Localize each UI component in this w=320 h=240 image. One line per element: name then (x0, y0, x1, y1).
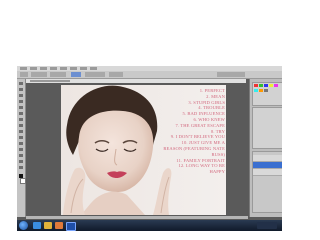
healing-tool-icon[interactable] (19, 112, 23, 115)
swatch[interactable] (264, 84, 268, 87)
layer-row[interactable] (253, 155, 282, 162)
marquee-tool-icon[interactable] (19, 88, 23, 91)
shape-tool-icon[interactable] (19, 154, 23, 157)
eyedropper-tool-icon[interactable] (19, 106, 23, 109)
windows-start-icon[interactable] (19, 221, 28, 230)
menu-item[interactable] (80, 67, 87, 70)
layer-row-selected[interactable] (253, 162, 282, 169)
tool-preset-button[interactable] (20, 72, 28, 77)
workspace-switcher[interactable] (217, 72, 245, 77)
menu-item[interactable] (20, 67, 27, 70)
option-field[interactable] (85, 72, 105, 77)
option-field[interactable] (50, 72, 66, 77)
pen-tool-icon[interactable] (19, 148, 23, 151)
text-tool-icon[interactable] (19, 142, 23, 145)
swatch[interactable] (254, 84, 258, 87)
layers-panel (252, 151, 282, 213)
layer-row[interactable] (253, 169, 282, 176)
track-title: HAPPY (209, 169, 225, 175)
menu-item[interactable] (70, 67, 77, 70)
photoshop-icon[interactable] (66, 222, 76, 231)
document-tab-label (30, 80, 70, 82)
adjustments-panel[interactable] (252, 107, 282, 149)
option-field[interactable] (31, 72, 47, 77)
lasso-tool-icon[interactable] (19, 94, 23, 97)
menu-item[interactable] (30, 67, 37, 70)
tools-panel (17, 79, 26, 217)
swatch[interactable] (269, 84, 273, 87)
swatch[interactable] (254, 89, 258, 92)
options-bar (17, 71, 282, 79)
hand-tool-icon[interactable] (19, 160, 23, 163)
move-tool-icon[interactable] (19, 82, 23, 85)
brush-tool-icon[interactable] (19, 118, 23, 121)
stamp-tool-icon[interactable] (19, 124, 23, 127)
photoshop-window: 1. PERFECT 2. MEAN 3. STUPID GIRLS 4. TR… (17, 66, 282, 231)
folder-icon[interactable] (44, 222, 52, 229)
taskbar (17, 220, 282, 231)
menu-item[interactable] (60, 67, 67, 70)
ie-icon[interactable] (33, 222, 41, 229)
crop-tool-icon[interactable] (19, 100, 23, 103)
highlight-button[interactable] (71, 72, 81, 77)
tracklist: 1. PERFECT 2. MEAN 3. STUPID GIRLS 4. TR… (149, 88, 225, 175)
zoom-tool-icon[interactable] (19, 166, 23, 169)
status-bar (26, 216, 248, 219)
background-color-swatch[interactable] (20, 178, 26, 184)
swatch[interactable] (259, 89, 263, 92)
media-player-icon[interactable] (55, 222, 63, 229)
document-tab[interactable] (26, 79, 246, 83)
gradient-tool-icon[interactable] (19, 136, 23, 139)
swatch[interactable] (264, 89, 268, 92)
swatch[interactable] (274, 84, 278, 87)
right-panels (249, 79, 282, 217)
menu-item[interactable] (90, 67, 97, 70)
clock[interactable] (257, 222, 277, 229)
menu-item[interactable] (40, 67, 47, 70)
document-canvas[interactable]: 1. PERFECT 2. MEAN 3. STUPID GIRLS 4. TR… (61, 85, 226, 215)
option-field[interactable] (109, 72, 123, 77)
swatch[interactable] (259, 84, 263, 87)
menu-item[interactable] (50, 67, 57, 70)
eraser-tool-icon[interactable] (19, 130, 23, 133)
color-panel[interactable] (252, 82, 282, 106)
